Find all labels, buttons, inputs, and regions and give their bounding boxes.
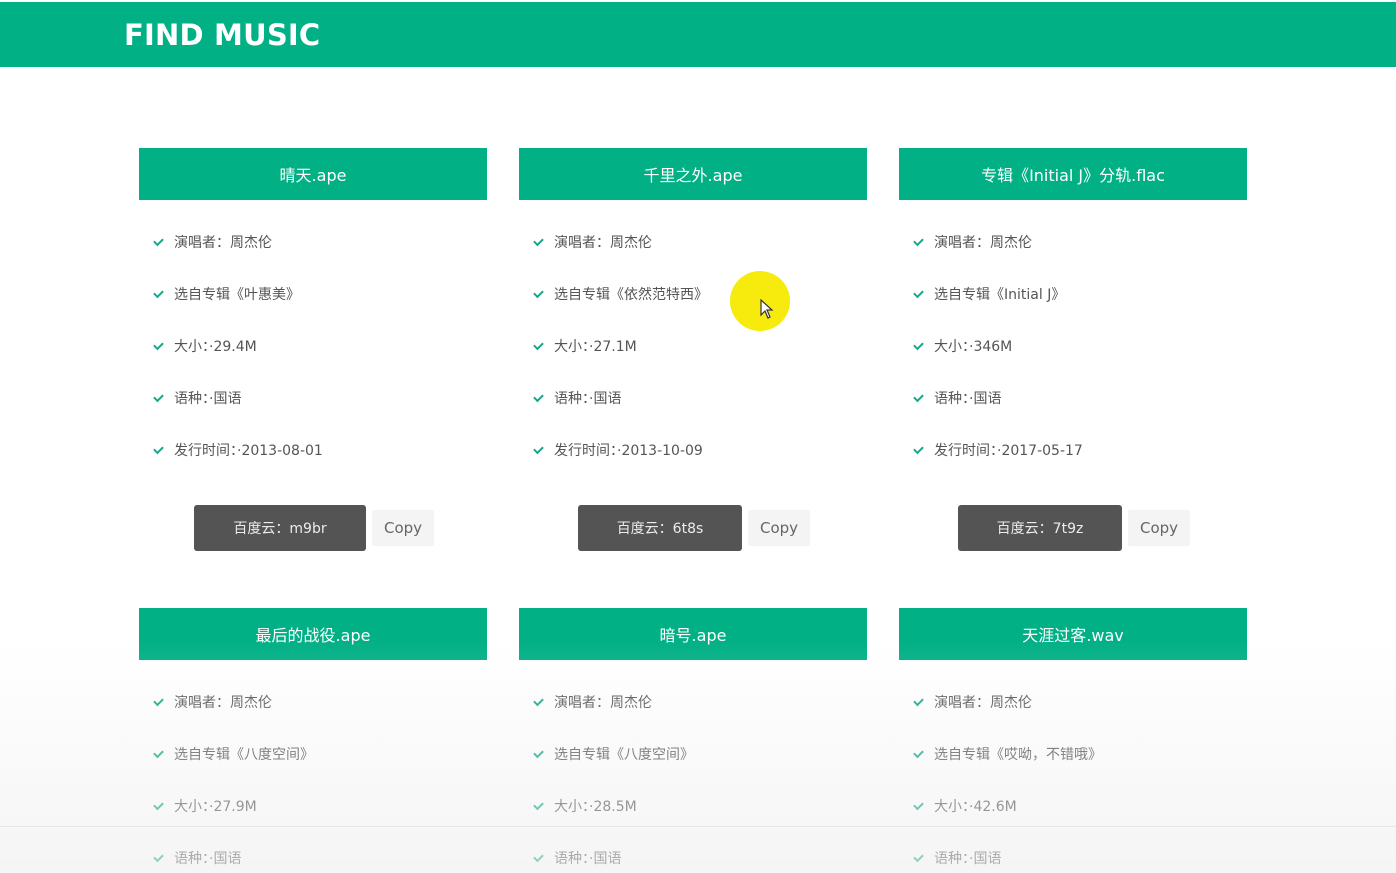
check-icon [913,695,924,706]
size-item: 大小：·42.6M [913,796,1017,816]
size-item: 大小：·27.1M [533,336,637,356]
check-icon [533,391,544,402]
singer-item: 演唱者：周杰伦 [533,232,652,252]
check-icon [913,287,924,298]
card-title[interactable]: 暗号.ape [519,608,867,660]
album-item: 选自专辑《Initial J》 [913,284,1065,304]
divider [0,826,1396,827]
check-icon [913,851,924,862]
check-icon [153,391,164,402]
release-item: 发行时间：·2017-05-17 [913,440,1083,460]
copy-button[interactable]: Copy [372,510,435,546]
check-icon [913,235,924,246]
release-item: 发行时间：·2013-08-01 [153,440,323,460]
mouse-cursor-icon [760,299,774,319]
music-card: 暗号.ape 演唱者：周杰伦 选自专辑《八度空间》 大小：·28.5M 语种：·… [519,608,867,873]
check-icon [533,799,544,810]
download-row: 百度云：7t9z Copy [958,505,1191,551]
check-icon [533,443,544,454]
check-icon [153,235,164,246]
check-icon [913,747,924,758]
album-item: 选自专辑《哎呦，不错哦》 [913,744,1102,764]
download-row: 百度云：m9br Copy [194,505,435,551]
baidu-pan-button[interactable]: 百度云：m9br [194,505,366,551]
copy-button[interactable]: Copy [1128,510,1191,546]
card-title[interactable]: 千里之外.ape [519,148,867,200]
card-title[interactable]: 天涯过客.wav [899,608,1247,660]
language-item: 语种：·国语 [913,848,1001,868]
singer-item: 演唱者：周杰伦 [913,232,1032,252]
check-icon [153,287,164,298]
baidu-pan-button[interactable]: 百度云：7t9z [958,505,1122,551]
download-row: 百度云：6t8s Copy [578,505,811,551]
size-item: 大小：·28.5M [533,796,637,816]
check-icon [913,443,924,454]
music-card: 专辑《Initial J》分轨.flac 演唱者：周杰伦 选自专辑《Initia… [899,148,1247,558]
language-item: 语种：·国语 [153,388,241,408]
music-card: 天涯过客.wav 演唱者：周杰伦 选自专辑《哎呦，不错哦》 大小：·42.6M … [899,608,1247,873]
music-card: 千里之外.ape 演唱者：周杰伦 选自专辑《依然范特西》 大小：·27.1M 语… [519,148,867,558]
card-title[interactable]: 专辑《Initial J》分轨.flac [899,148,1247,200]
copy-button[interactable]: Copy [748,510,811,546]
check-icon [153,747,164,758]
singer-item: 演唱者：周杰伦 [153,232,272,252]
album-item: 选自专辑《依然范特西》 [533,284,708,304]
size-item: 大小：·29.4M [153,336,257,356]
baidu-pan-button[interactable]: 百度云：6t8s [578,505,742,551]
music-card: 晴天.ape 演唱者：周杰伦 选自专辑《叶惠美》 大小：·29.4M 语种：·国… [139,148,487,558]
check-icon [533,235,544,246]
card-title[interactable]: 晴天.ape [139,148,487,200]
size-item: 大小：·27.9M [153,796,257,816]
check-icon [153,799,164,810]
language-item: 语种：·国语 [533,848,621,868]
size-item: 大小：·346M [913,336,1012,356]
check-icon [533,339,544,350]
check-icon [153,695,164,706]
album-item: 选自专辑《叶惠美》 [153,284,300,304]
language-item: 语种：·国语 [913,388,1001,408]
check-icon [533,695,544,706]
check-icon [533,287,544,298]
singer-item: 演唱者：周杰伦 [533,692,652,712]
check-icon [153,443,164,454]
check-icon [913,391,924,402]
language-item: 语种：·国语 [533,388,621,408]
site-title[interactable]: FIND MUSIC [124,18,320,52]
check-icon [533,851,544,862]
check-icon [913,339,924,350]
check-icon [533,747,544,758]
album-item: 选自专辑《八度空间》 [153,744,314,764]
singer-item: 演唱者：周杰伦 [153,692,272,712]
site-header: FIND MUSIC [0,2,1396,67]
language-item: 语种：·国语 [153,848,241,868]
check-icon [913,799,924,810]
check-icon [153,339,164,350]
check-icon [153,851,164,862]
singer-item: 演唱者：周杰伦 [913,692,1032,712]
card-title[interactable]: 最后的战役.ape [139,608,487,660]
album-item: 选自专辑《八度空间》 [533,744,694,764]
music-card: 最后的战役.ape 演唱者：周杰伦 选自专辑《八度空间》 大小：·27.9M 语… [139,608,487,873]
release-item: 发行时间：·2013-10-09 [533,440,703,460]
